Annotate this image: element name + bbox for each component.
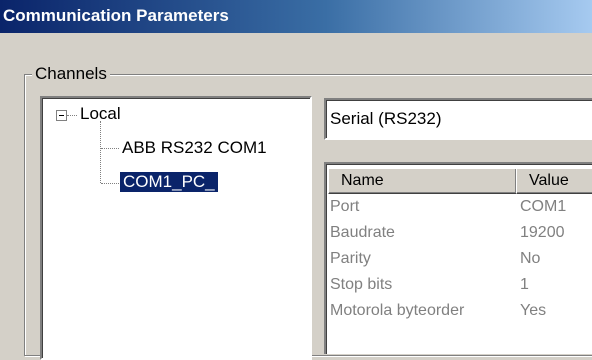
parameters-grid[interactable]: Name Value Port COM1 Baudrate 19200 Pari… xyxy=(324,162,592,354)
collapse-icon[interactable] xyxy=(56,110,67,121)
channel-tree[interactable] xyxy=(40,96,312,360)
tree-connector-root xyxy=(67,115,77,116)
tree-connector-child-1 xyxy=(101,148,119,149)
tree-connector-vertical xyxy=(100,121,101,183)
param-name: Motorola byteorder xyxy=(330,302,465,319)
column-header-name[interactable]: Name xyxy=(328,168,517,194)
param-name: Baudrate xyxy=(330,224,395,241)
table-row[interactable]: Parity No xyxy=(326,250,592,272)
connection-type-value: Serial (RS232) xyxy=(330,109,442,128)
table-row[interactable]: Port COM1 xyxy=(326,198,592,220)
param-name: Port xyxy=(330,198,360,215)
column-header-value-label: Value xyxy=(529,172,569,189)
tree-item-com1-pc[interactable]: COM1_PC_ xyxy=(120,172,218,192)
tree-connector-child-2 xyxy=(101,183,119,184)
param-value: Yes xyxy=(520,302,547,319)
column-header-name-label: Name xyxy=(341,172,384,189)
table-row[interactable]: Stop bits 1 xyxy=(326,276,592,298)
channels-group-label: Channels xyxy=(32,64,110,84)
param-name: Parity xyxy=(330,250,371,267)
param-name: Stop bits xyxy=(330,276,393,293)
title-bar[interactable]: Communication Parameters xyxy=(0,0,592,33)
table-row[interactable]: Motorola byteorder Yes xyxy=(326,302,592,324)
window-title: Communication Parameters xyxy=(3,6,229,25)
param-value: 1 xyxy=(520,276,529,293)
param-value: 19200 xyxy=(520,224,565,241)
table-row[interactable]: Baudrate 19200 xyxy=(326,224,592,246)
tree-item-abb-rs232-com1[interactable]: ABB RS232 COM1 xyxy=(122,138,267,158)
column-header-value[interactable]: Value xyxy=(516,168,592,194)
connection-type-field[interactable]: Serial (RS232) xyxy=(324,98,592,140)
param-value: No xyxy=(520,250,541,267)
param-value: COM1 xyxy=(520,198,567,215)
